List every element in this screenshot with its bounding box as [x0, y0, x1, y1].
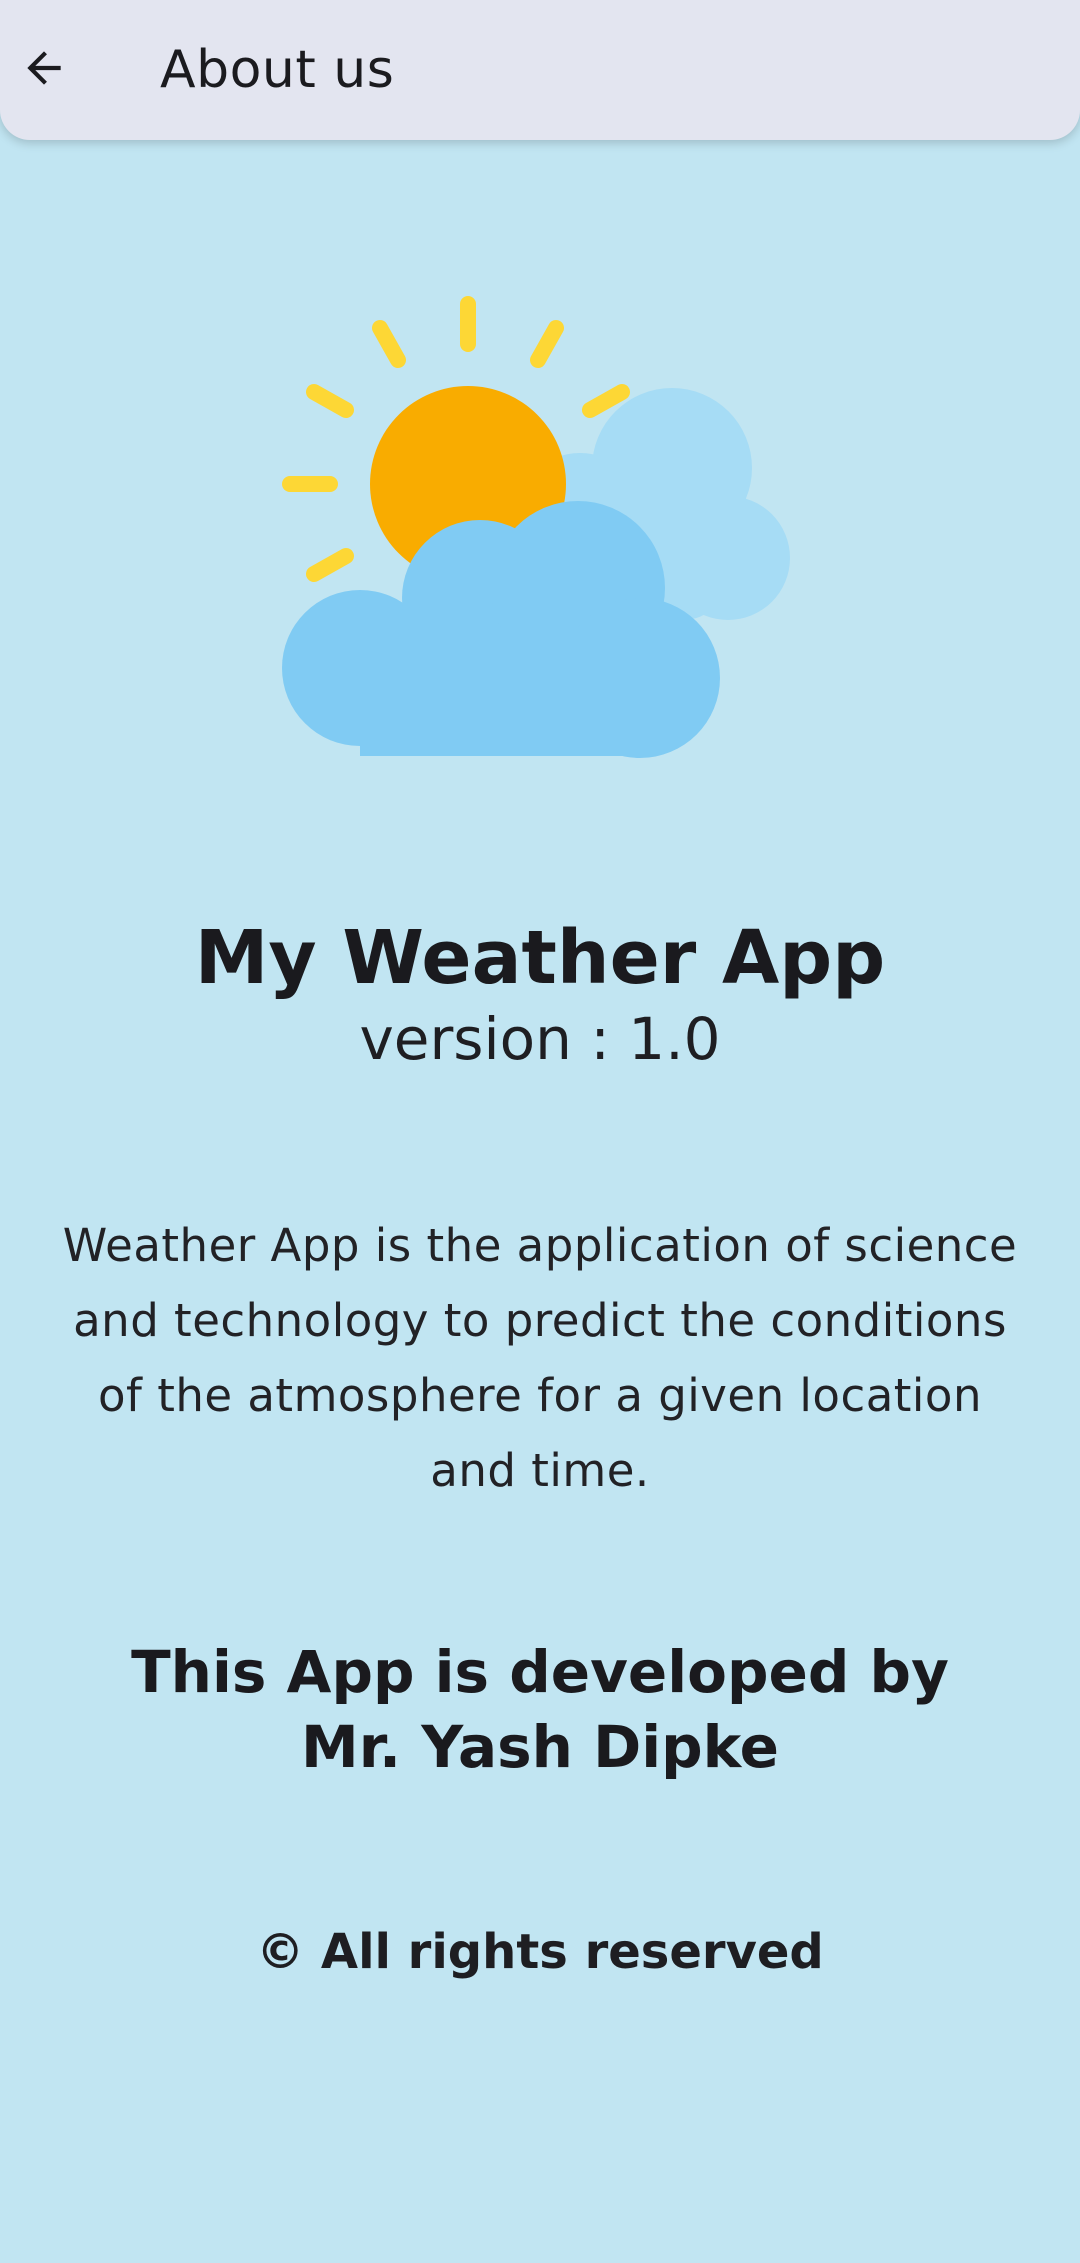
developer-name: Mr. Yash Dipke [301, 1713, 779, 1781]
developer-credit-line: This App is developed by [131, 1638, 949, 1706]
developer-credit: This App is developed by Mr. Yash Dipke [0, 1635, 1080, 1785]
page-title: About us [160, 40, 395, 100]
app-name: My Weather App [194, 915, 886, 1001]
copyright-notice: © All rights reserved [256, 1924, 824, 1980]
arrow-back-icon [19, 43, 69, 97]
app-description: Weather App is the application of scienc… [62, 1219, 1018, 1497]
app-version: version : 1.0 [359, 1005, 721, 1073]
sun-behind-cloud-icon [270, 290, 810, 760]
back-button[interactable] [8, 26, 80, 114]
top-app-bar: About us [0, 0, 1080, 140]
